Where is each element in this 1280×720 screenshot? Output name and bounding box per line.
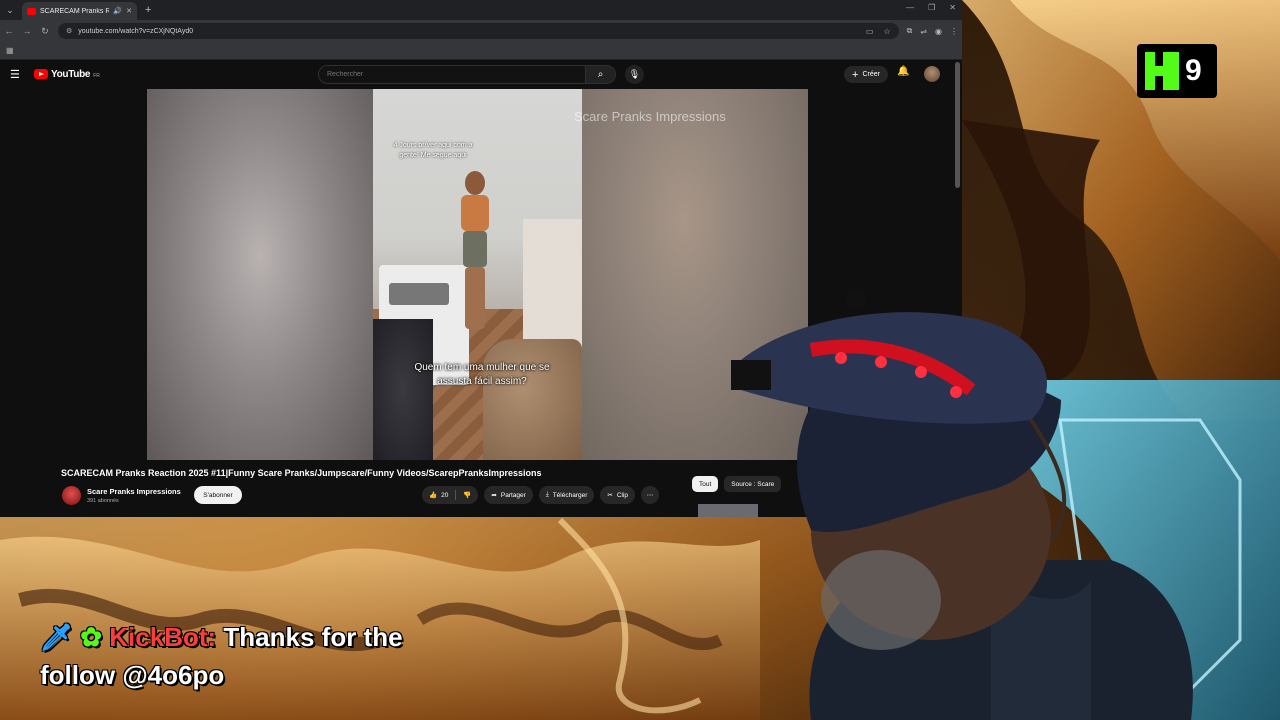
page-scrollbar[interactable] (955, 62, 960, 188)
stream-scene: ⌄ SCARECAM Pranks Reaction 🔊 ✕ + — ❐ ✕ ←… (0, 0, 1280, 720)
forward-icon[interactable]: → (22, 26, 32, 36)
browser-menu-icon[interactable]: ⋮ (950, 27, 958, 36)
channel-name[interactable]: Scare Pranks Impressions (87, 487, 181, 496)
sword-icon: 🗡 (40, 622, 74, 652)
reload-icon[interactable]: ↻ (40, 26, 50, 37)
like-dislike-group: 👍 20 👎 (422, 486, 479, 504)
chat-bot-name: KickBot: (109, 622, 217, 652)
search-input[interactable] (318, 65, 586, 84)
profile-icon[interactable]: ◉ (935, 27, 942, 36)
minimize-icon[interactable]: — (906, 3, 914, 12)
tab-search-icon[interactable]: ⌄ (0, 0, 20, 20)
chat-alert: 🗡 ✿ KickBot: Thanks for the follow @4o6p… (40, 618, 460, 694)
video-subtitle: Quem tem uma mulher que se assusta fácil… (414, 362, 550, 387)
create-label: Créer (862, 71, 880, 78)
webcam-feed (731, 288, 1193, 720)
clip-label: Clip (616, 491, 629, 499)
more-actions-button[interactable]: ⋯ (641, 486, 660, 504)
restore-icon[interactable]: ❐ (928, 3, 935, 12)
share-label: Partager (500, 491, 526, 499)
close-window-icon[interactable]: ✕ (949, 3, 956, 12)
create-button[interactable]: + Créer (844, 66, 888, 83)
share-icon: ➦ (491, 492, 497, 499)
dislike-button[interactable]: 👎 (456, 486, 478, 504)
tab-title: SCARECAM Pranks Reaction (40, 7, 110, 15)
apps-grid-icon[interactable]: ▦ (6, 46, 14, 55)
window-controls: — ❐ ✕ (906, 3, 956, 12)
scene-towel (483, 339, 582, 460)
kick-badge: 9 (1137, 44, 1217, 98)
youtube-header: ☰ YouTube FR ⌕ 🎙 + Créer 🔔 (0, 60, 962, 88)
browser-toolbar: ← → ↻ ⚙ youtube.com/watch?v=zCXjNQtAyd0 … (0, 20, 962, 42)
chat-message-line2: follow @4o6po (40, 660, 225, 690)
address-bar[interactable]: ⚙ youtube.com/watch?v=zCXjNQtAyd0 ▭ ☆ (58, 23, 899, 39)
video-top-caption: 4 Jours pr/ver aqui com a gente! Me segu… (393, 142, 473, 159)
scene-clothes (373, 319, 433, 460)
tab-active[interactable]: SCARECAM Pranks Reaction 🔊 ✕ (22, 2, 137, 20)
download-button[interactable]: ⤓ Télécharger (538, 486, 595, 504)
bookmark-star-icon[interactable]: ☆ (883, 27, 890, 36)
scene-person (455, 171, 495, 331)
subscriber-count: 391 abonnés (87, 498, 119, 504)
chat-message-line1: Thanks for the (223, 622, 403, 652)
new-tab-icon[interactable]: + (145, 4, 151, 16)
subscribe-button[interactable]: S'abonner (194, 486, 242, 504)
youtube-play-icon (34, 69, 48, 79)
more-icon: ⋯ (646, 492, 654, 499)
kick-logo-icon (1145, 52, 1179, 90)
like-button[interactable]: 👍 20 (422, 486, 455, 504)
search-box: ⌕ (318, 65, 616, 84)
plus-icon: + (852, 68, 859, 81)
video-watermark: Scare Pranks Impressions (574, 109, 726, 124)
share-button[interactable]: ➦ Partager (484, 486, 533, 504)
bot-badge-icon: ✿ (80, 622, 103, 652)
kick-badge-number: 9 (1185, 54, 1202, 87)
channel-avatar[interactable] (62, 486, 81, 505)
like-count: 20 (441, 491, 449, 499)
tab-strip: ⌄ SCARECAM Pranks Reaction 🔊 ✕ + — ❐ ✕ (0, 0, 962, 20)
thumbs-down-icon: 👎 (463, 492, 472, 499)
site-info-icon[interactable]: ⚙ (66, 27, 72, 35)
extensions-icon[interactable]: ⧉ (907, 26, 913, 36)
audio-playing-icon[interactable]: 🔊 (113, 7, 122, 15)
scissors-icon: ✂ (607, 492, 613, 499)
video-player[interactable]: 4 Jours pr/ver aqui com a gente! Me segu… (147, 89, 808, 460)
blurred-left-fill (147, 89, 373, 460)
search-icon[interactable]: ⌕ (586, 65, 616, 84)
tab-groups-icon[interactable]: ⇌ (920, 27, 927, 36)
url-text: youtube.com/watch?v=zCXjNQtAyd0 (78, 27, 194, 35)
download-icon: ⤓ (545, 491, 549, 498)
country-code: FR (93, 72, 100, 79)
close-tab-icon[interactable]: ✕ (126, 7, 132, 15)
youtube-wordmark: YouTube (51, 68, 91, 80)
account-avatar[interactable] (924, 66, 940, 82)
bookmarks-bar: ▦ (0, 42, 962, 60)
youtube-logo[interactable]: YouTube FR (34, 69, 100, 80)
notifications-bell-icon[interactable]: 🔔 (897, 66, 909, 77)
video-actions: 👍 20 👎 ➦ Partager ⤓ Télécharger ✂ Clip ⋯ (422, 486, 660, 504)
video-title: SCARECAM Pranks Reaction 2025 #11|Funny … (61, 468, 542, 478)
back-icon[interactable]: ← (4, 26, 14, 36)
download-label: Télécharger (552, 491, 588, 499)
clip-button[interactable]: ✂ Clip (600, 486, 636, 504)
microphone-icon[interactable]: 🎙 (625, 65, 644, 84)
menu-icon[interactable]: ☰ (10, 68, 24, 81)
thumbs-up-icon: 👍 (429, 492, 438, 499)
chip-all[interactable]: Tout (692, 476, 719, 492)
youtube-favicon-icon (27, 7, 36, 15)
cast-icon[interactable]: ▭ (866, 27, 874, 36)
